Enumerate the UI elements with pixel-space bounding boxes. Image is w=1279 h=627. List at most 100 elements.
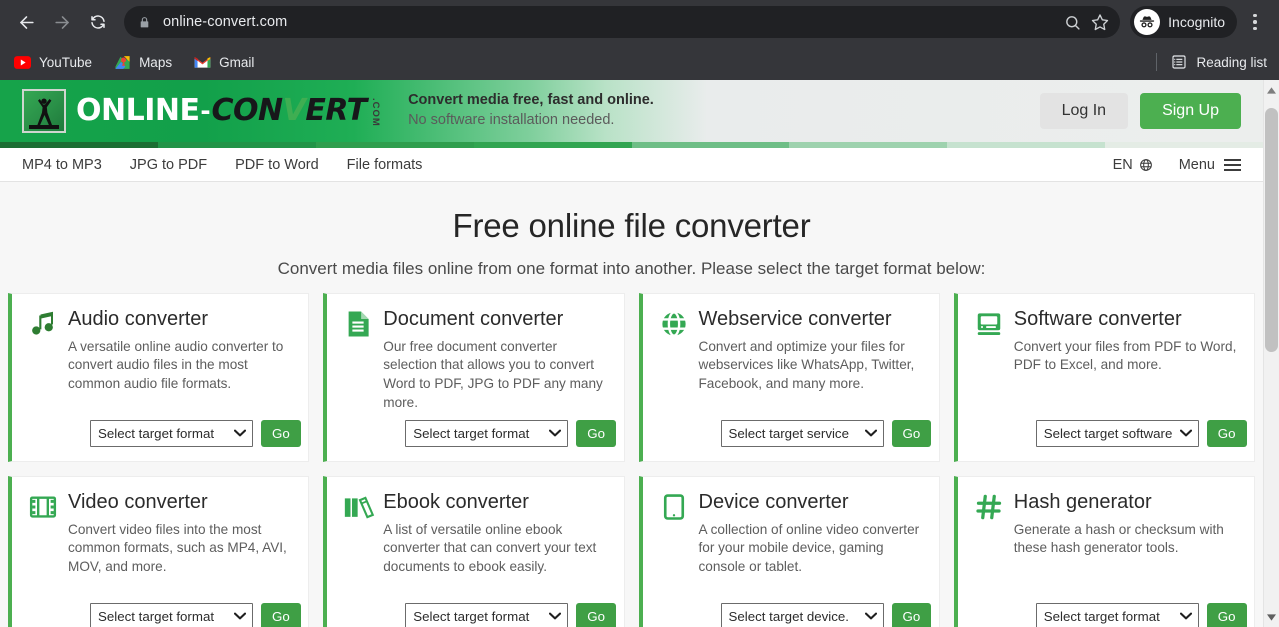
target-format-select[interactable]: Select target device. <box>720 602 884 627</box>
card-controls: Select target service Go <box>720 419 932 447</box>
target-format-select[interactable]: Select target format <box>90 602 253 627</box>
maps-icon <box>114 54 131 71</box>
header-actions: Log In Sign Up <box>1039 93 1263 129</box>
url-text: online-convert.com <box>163 14 288 30</box>
language-selector[interactable]: EN <box>1113 157 1153 173</box>
logo-online-text: ONLINE <box>76 93 200 128</box>
card-title: Webservice converter <box>698 307 892 330</box>
profile-chip[interactable]: Incognito <box>1130 6 1237 38</box>
go-button[interactable]: Go <box>576 419 616 447</box>
converter-card[interactable]: Webservice converter Convert and optimize… <box>638 292 940 462</box>
go-button[interactable]: Go <box>891 602 932 627</box>
scrollbar-thumb[interactable] <box>1265 108 1278 352</box>
card-title: Document converter <box>383 307 564 330</box>
card-title: Ebook converter <box>383 490 529 513</box>
card-header: Hash generator Generate a hash or checksu… <box>974 491 1238 559</box>
card-description: A list of versatile online ebook convert… <box>383 521 597 575</box>
target-format-select[interactable]: Select target format <box>1035 602 1199 627</box>
card-title: Device converter <box>698 490 849 513</box>
music-note-icon <box>28 309 68 339</box>
go-button[interactable]: Go <box>1206 602 1247 627</box>
hamburger-icon <box>1224 158 1241 171</box>
hash-icon <box>974 492 1014 522</box>
select-wrapper: Select target format <box>405 419 569 447</box>
profile-label: Incognito <box>1168 14 1225 30</box>
converter-card[interactable]: Ebook converter A list of versatile onlin… <box>323 475 625 627</box>
login-button[interactable]: Log In <box>1039 93 1129 129</box>
nav-link-pdf-to-word[interactable]: PDF to Word <box>235 157 319 173</box>
youtube-icon <box>14 54 31 71</box>
page-scrollbar[interactable] <box>1263 80 1279 627</box>
target-format-select[interactable]: Select target service <box>720 419 884 447</box>
nav-link-mp4-to-mp3[interactable]: MP4 to MP3 <box>22 157 102 173</box>
card-header: Document converter Our free document conv… <box>343 308 607 413</box>
target-format-select[interactable]: Select target format <box>405 602 569 627</box>
menu-button[interactable]: Menu <box>1179 157 1241 173</box>
bookmarks-bar: YouTube Maps Gmail Reading list <box>0 44 1279 80</box>
go-button[interactable]: Go <box>261 602 301 627</box>
converter-card[interactable]: Device converter A collection of online v… <box>638 475 940 627</box>
converter-card[interactable]: Audio converter A versatile online audio … <box>8 292 310 462</box>
card-controls: Select target format Go <box>405 602 616 627</box>
gmail-icon <box>194 54 211 71</box>
card-body: Audio converter A versatile online audio … <box>68 308 292 394</box>
target-format-select[interactable]: Select target software <box>1035 419 1199 447</box>
reading-list-label: Reading list <box>1196 54 1267 70</box>
bookmark-gmail[interactable]: Gmail <box>194 54 254 71</box>
logo-v-text: V <box>282 93 306 128</box>
go-button[interactable]: Go <box>576 602 616 627</box>
forward-arrow-icon <box>54 15 69 29</box>
person-celebrating-icon <box>22 89 66 133</box>
card-header: Video converter Convert video files into … <box>28 491 292 577</box>
page-title: Free online file converter <box>452 207 811 244</box>
books-icon <box>343 492 383 522</box>
select-wrapper: Select target device. <box>720 602 884 627</box>
card-description: Convert video files into the most common… <box>68 521 287 575</box>
card-body: Video converter Convert video files into … <box>68 491 292 577</box>
scroll-down-arrow-icon[interactable] <box>1264 609 1279 625</box>
forward-button[interactable] <box>46 6 78 38</box>
target-format-select[interactable]: Select target format <box>405 419 569 447</box>
signup-button[interactable]: Sign Up <box>1140 93 1241 129</box>
go-button[interactable]: Go <box>261 419 301 447</box>
card-body: Ebook converter A list of versatile onlin… <box>383 491 607 577</box>
reload-button[interactable] <box>82 6 114 38</box>
hero-section: Free online file converter Convert media… <box>0 182 1263 293</box>
card-description: Our free document converter selection th… <box>383 338 603 410</box>
reading-list-button[interactable]: Reading list <box>1156 53 1267 71</box>
menu-label: Menu <box>1178 156 1215 173</box>
card-controls: Select target software Go <box>1035 419 1247 447</box>
card-description: Convert your files from PDF to Word, PDF… <box>1013 338 1237 373</box>
bookmark-youtube[interactable]: YouTube <box>14 54 92 71</box>
tagline-line-2: No software installation needed. <box>408 112 615 128</box>
converter-card[interactable]: Hash generator Generate a hash or checksu… <box>953 475 1255 627</box>
card-controls: Select target format Go <box>405 419 616 447</box>
converter-card[interactable]: Software converter Convert your files fro… <box>953 292 1255 462</box>
wordmark: ONLINE - CON V ERT .COM <box>76 93 381 128</box>
bookmark-maps[interactable]: Maps <box>114 54 172 71</box>
card-header: Audio converter A versatile online audio … <box>28 308 292 394</box>
go-button[interactable]: Go <box>1206 419 1247 447</box>
go-button[interactable]: Go <box>891 419 932 447</box>
reload-icon <box>91 15 105 29</box>
card-controls: Select target format Go <box>90 419 301 447</box>
converter-card[interactable]: Document converter Our free document conv… <box>323 292 625 462</box>
nav-link-file-formats[interactable]: File formats <box>347 157 423 173</box>
card-description: A collection of online video converter f… <box>698 521 920 575</box>
card-header: Device converter A collection of online v… <box>659 491 923 577</box>
card-header: Software converter Convert your files fro… <box>974 308 1238 376</box>
converter-card[interactable]: Video converter Convert video files into … <box>8 475 310 627</box>
back-button[interactable] <box>10 6 42 38</box>
star-icon[interactable] <box>1086 8 1114 36</box>
card-description: A versatile online audio converter to co… <box>68 338 284 392</box>
scroll-up-arrow-icon[interactable] <box>1264 82 1279 98</box>
three-dot-menu-icon[interactable] <box>1241 6 1269 38</box>
card-title: Software converter <box>1013 307 1182 330</box>
address-bar[interactable]: online-convert.com <box>124 6 1121 38</box>
site-logo[interactable]: ONLINE - CON V ERT .COM <box>0 89 381 133</box>
site-navigation: MP4 to MP3 JPG to PDF PDF to Word File f… <box>0 148 1263 182</box>
target-format-select[interactable]: Select target format <box>90 419 253 447</box>
card-body: Software converter Convert your files fro… <box>1014 308 1238 376</box>
nav-link-jpg-to-pdf[interactable]: JPG to PDF <box>130 157 207 173</box>
search-icon[interactable] <box>1058 8 1086 36</box>
